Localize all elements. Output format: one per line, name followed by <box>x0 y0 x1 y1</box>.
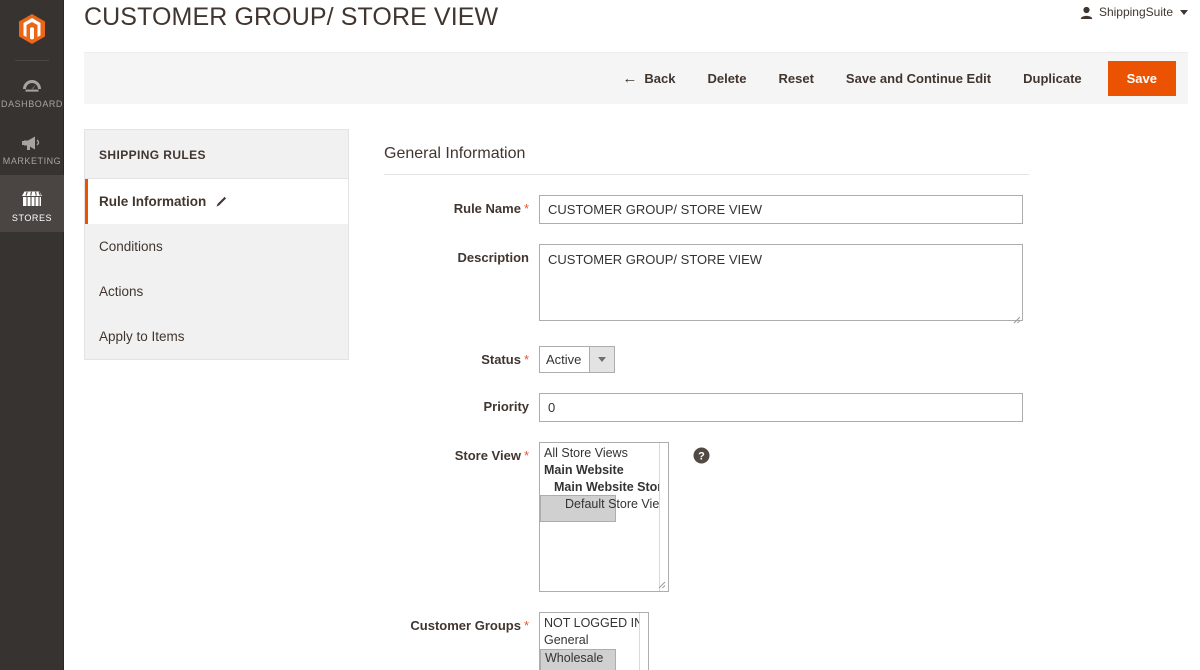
help-circle-icon[interactable]: ? <box>693 447 710 464</box>
subnav-item-conditions[interactable]: Conditions <box>85 224 348 269</box>
pencil-icon <box>215 195 228 208</box>
label-status: Status* <box>384 346 539 367</box>
field-store-view: Store View* All Store Views Main Website… <box>384 442 1144 592</box>
subnav-item-apply-to-items[interactable]: Apply to Items <box>85 314 348 359</box>
status-select[interactable]: Active <box>539 346 615 373</box>
user-icon <box>1080 6 1093 19</box>
subnav-item-rule-information[interactable]: Rule Information <box>85 179 348 224</box>
sidebar-label-stores: STORES <box>12 213 52 223</box>
label-customer-groups: Customer Groups* <box>384 612 539 633</box>
subnav-label-apply-to-items: Apply to Items <box>99 329 185 344</box>
label-rule-name: Rule Name* <box>384 195 539 216</box>
label-customer-groups-text: Customer Groups <box>410 618 521 633</box>
list-item[interactable]: Default Store View <box>540 495 616 522</box>
required-marker: * <box>524 618 529 633</box>
listbox-scrollbar[interactable] <box>639 613 648 670</box>
label-rule-name-text: Rule Name <box>454 201 521 216</box>
arrow-left-icon: ← <box>622 71 637 86</box>
list-item[interactable]: General <box>540 632 648 649</box>
field-description: Description <box>384 244 1144 326</box>
sidebar-label-dashboard: DASHBOARD <box>1 99 63 109</box>
required-marker: * <box>524 201 529 216</box>
save-button[interactable]: Save <box>1108 61 1176 96</box>
panel-heading: SHIPPING RULES <box>85 130 348 179</box>
label-description: Description <box>384 244 539 265</box>
description-textarea[interactable] <box>539 244 1023 321</box>
sidebar-item-marketing[interactable]: MARKETING <box>0 118 64 175</box>
subnav-label-conditions: Conditions <box>99 239 163 254</box>
reset-button[interactable]: Reset <box>763 63 830 94</box>
magento-logo-icon[interactable] <box>0 6 63 52</box>
label-store-view: Store View* <box>384 442 539 463</box>
chevron-down-icon <box>1180 10 1188 15</box>
delete-button[interactable]: Delete <box>691 63 762 94</box>
user-name: ShippingSuite <box>1099 5 1173 19</box>
back-button-label: Back <box>644 71 675 86</box>
required-marker: * <box>524 448 529 463</box>
magento-logo-glyph <box>19 14 45 44</box>
label-priority: Priority <box>384 393 539 414</box>
label-description-text: Description <box>457 250 529 265</box>
subnav-item-actions[interactable]: Actions <box>85 269 348 314</box>
sidebar-label-marketing: MARKETING <box>3 156 61 166</box>
list-item[interactable]: Main Website Store <box>540 479 668 496</box>
rule-name-input[interactable] <box>539 195 1023 224</box>
label-status-text: Status <box>481 352 521 367</box>
general-information-form: General Information Rule Name* Descripti… <box>384 145 1144 670</box>
list-item[interactable]: NOT LOGGED IN <box>540 615 648 632</box>
status-select-value: Active <box>540 347 589 372</box>
required-marker: * <box>524 352 529 367</box>
back-button[interactable]: ← Back <box>606 63 691 94</box>
field-customer-groups: Customer Groups* NOT LOGGED IN General W… <box>384 612 1144 670</box>
store-view-listbox[interactable]: All Store Views Main Website Main Websit… <box>539 442 669 592</box>
label-priority-text: Priority <box>483 399 529 414</box>
admin-sidebar: DASHBOARD MARKETING <box>0 0 64 670</box>
gauge-icon <box>21 72 43 94</box>
field-priority: Priority <box>384 393 1144 422</box>
shipping-rules-panel: SHIPPING RULES Rule Information Conditio… <box>84 129 349 360</box>
sidebar-item-dashboard[interactable]: DASHBOARD <box>0 61 64 118</box>
user-menu[interactable]: ShippingSuite <box>1080 5 1188 19</box>
subnav-label-actions: Actions <box>99 284 143 299</box>
field-rule-name: Rule Name* <box>384 195 1144 224</box>
list-item[interactable]: Wholesale <box>540 649 616 670</box>
list-item[interactable]: All Store Views <box>540 445 668 462</box>
admin-page: DASHBOARD MARKETING <box>0 0 1200 670</box>
subnav-label-rule-information: Rule Information <box>99 194 206 209</box>
save-and-continue-edit-button[interactable]: Save and Continue Edit <box>830 63 1007 94</box>
section-title: General Information <box>384 145 1029 175</box>
status-select-toggle[interactable] <box>589 347 614 372</box>
duplicate-button[interactable]: Duplicate <box>1007 63 1098 94</box>
listbox-scrollbar[interactable] <box>659 443 668 591</box>
storefront-icon <box>20 186 44 208</box>
svg-text:?: ? <box>698 450 705 462</box>
field-status: Status* Active <box>384 346 1144 373</box>
chevron-down-icon <box>598 357 606 362</box>
sidebar-item-stores[interactable]: STORES <box>0 175 64 232</box>
megaphone-icon <box>21 129 43 151</box>
list-item[interactable]: Main Website <box>540 462 668 479</box>
label-store-view-text: Store View <box>455 448 521 463</box>
customer-groups-listbox[interactable]: NOT LOGGED IN General Wholesale Retailer <box>539 612 649 670</box>
priority-input[interactable] <box>539 393 1023 422</box>
page-title: CUSTOMER GROUP/ STORE VIEW <box>84 3 498 32</box>
action-toolbar: ← Back Delete Reset Save and Continue Ed… <box>84 52 1188 104</box>
